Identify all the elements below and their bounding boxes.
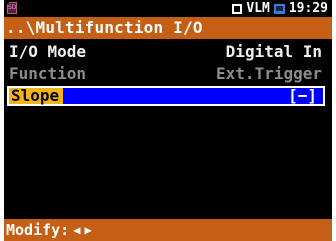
setting-row-function: Function Ext.Trigger bbox=[7, 64, 325, 84]
right-arrow-icon[interactable]: ▶ bbox=[84, 219, 91, 241]
device-screen: SD VLM 19:29 ..\Multifunction I/O I/O Mo… bbox=[4, 0, 332, 241]
setting-label: I/O Mode bbox=[9, 42, 87, 61]
setting-row-io-mode[interactable]: I/O Mode Digital In bbox=[7, 42, 325, 62]
left-arrow-icon[interactable]: ◀ bbox=[73, 219, 80, 241]
hint-label: Modify: bbox=[6, 221, 70, 239]
checkbox-icon bbox=[232, 3, 243, 14]
mode-label: VLM bbox=[246, 1, 270, 16]
status-bar: SD VLM 19:29 bbox=[4, 0, 332, 17]
clock-time: 19:29 bbox=[288, 1, 328, 16]
screen-title: ..\Multifunction I/O bbox=[4, 17, 332, 39]
hint-bar: Modify: ◀ ▶ bbox=[4, 219, 332, 241]
status-indicators: VLM 19:29 bbox=[232, 0, 328, 17]
setting-label: Slope bbox=[9, 88, 64, 104]
setting-value: Ext.Trigger bbox=[216, 64, 322, 83]
setting-row-slope[interactable]: Slope [−] bbox=[7, 86, 325, 106]
setting-value: [−] bbox=[288, 86, 317, 105]
setting-label: Function bbox=[9, 64, 87, 83]
battery-icon bbox=[273, 3, 285, 14]
setting-value: Digital In bbox=[225, 42, 322, 61]
sd-card-icon: SD bbox=[7, 2, 17, 14]
settings-list: I/O Mode Digital In Function Ext.Trigger… bbox=[4, 39, 332, 216]
